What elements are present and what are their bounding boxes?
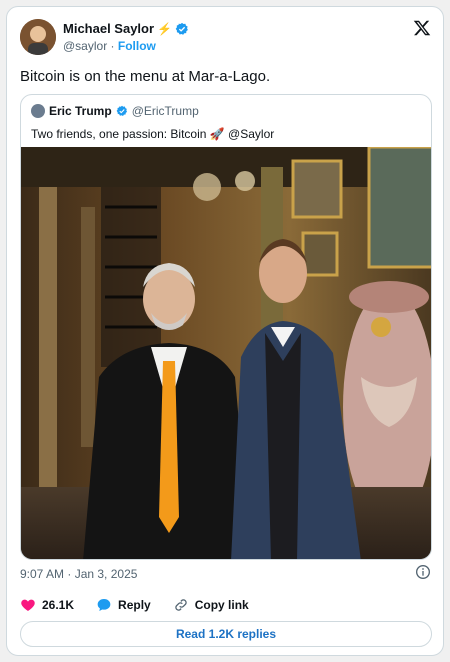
author-name[interactable]: Michael Saylor — [63, 21, 154, 36]
quoted-avatar — [31, 104, 45, 118]
quoted-author-row: Eric Trump @EricTrump — [31, 104, 199, 118]
x-logo-icon[interactable] — [413, 19, 431, 37]
author-handle-row: @saylor · Follow — [63, 39, 156, 53]
author-handle[interactable]: @saylor — [63, 39, 107, 53]
tweet-card: Michael Saylor ⚡ @saylor · Follow Bitcoi… — [6, 6, 444, 656]
copy-link-label: Copy link — [194, 598, 249, 612]
action-bar: 26.1K Reply Copy link — [20, 594, 432, 616]
info-icon[interactable] — [415, 564, 431, 580]
reply-icon — [97, 599, 111, 611]
quoted-tweet[interactable]: Eric Trump @EricTrump Two friends, one p… — [20, 94, 432, 560]
copy-link-button[interactable]: Copy link — [173, 597, 249, 613]
follow-button[interactable]: Follow — [118, 39, 156, 53]
like-button[interactable]: 26.1K — [20, 597, 74, 613]
quoted-photo[interactable] — [21, 147, 432, 560]
read-replies-button[interactable]: Read 1.2K replies — [20, 621, 432, 647]
verified-icon — [116, 105, 127, 116]
quoted-text: Two friends, one passion: Bitcoin 🚀 @Say… — [31, 127, 275, 141]
author-name-row: Michael Saylor ⚡ — [63, 21, 189, 36]
separator-dot: · — [110, 39, 115, 53]
lightning-emoji: ⚡ — [157, 21, 172, 36]
tweet-timestamp[interactable]: 9:07 AM · Jan 3, 2025 — [20, 567, 137, 581]
reply-button[interactable]: Reply — [96, 597, 151, 613]
link-icon — [175, 599, 187, 611]
verified-icon — [175, 22, 188, 35]
like-count: 26.1K — [42, 598, 75, 612]
heart-icon — [21, 599, 35, 611]
author-avatar[interactable] — [20, 19, 56, 55]
quoted-author-handle[interactable]: @EricTrump — [132, 104, 199, 118]
tweet-text: Bitcoin is on the menu at Mar-a-Lago. — [20, 68, 271, 85]
reply-label: Reply — [118, 598, 151, 612]
quoted-author-name[interactable]: Eric Trump — [49, 104, 112, 118]
